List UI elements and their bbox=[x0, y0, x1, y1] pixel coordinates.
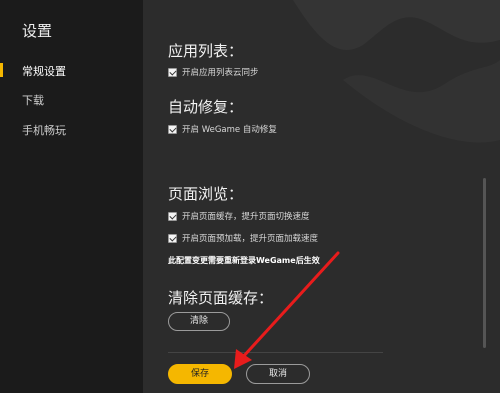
active-indicator bbox=[0, 63, 3, 77]
app-list-sync-label: 开启应用列表云同步 bbox=[182, 68, 259, 78]
sidebar-item-download[interactable]: 下载 bbox=[22, 92, 44, 108]
save-button[interactable]: 保存 bbox=[168, 364, 232, 384]
page-cache-checkbox[interactable] bbox=[168, 211, 177, 221]
page-browse-title: 页面浏览： bbox=[168, 185, 244, 203]
app-list-sync-option[interactable]: 开启应用列表云同步 bbox=[168, 66, 259, 78]
sidebar-item-mobile[interactable]: 手机畅玩 bbox=[22, 122, 66, 138]
page-preload-label: 开启页面预加载，提升页面加载速度 bbox=[182, 234, 319, 244]
auto-repair-checkbox[interactable] bbox=[168, 124, 177, 134]
page-preload-checkbox[interactable] bbox=[168, 233, 177, 243]
clear-cache-button[interactable]: 清除 bbox=[168, 312, 230, 331]
sidebar-item-general[interactable]: 常规设置 bbox=[22, 63, 66, 79]
footer-divider bbox=[168, 352, 383, 353]
page-preload-option[interactable]: 开启页面预加载，提升页面加载速度 bbox=[168, 232, 318, 244]
auto-repair-title: 自动修复： bbox=[168, 98, 244, 116]
sidebar-title: 设置 bbox=[22, 22, 53, 40]
app-list-title: 应用列表： bbox=[168, 42, 244, 60]
app-list-sync-checkbox[interactable] bbox=[168, 67, 177, 77]
cancel-button[interactable]: 取消 bbox=[246, 364, 310, 384]
auto-repair-option[interactable]: 开启 WeGame 自动修复 bbox=[168, 123, 277, 135]
sidebar: 设置 常规设置 下载 手机畅玩 bbox=[0, 0, 143, 393]
page-cache-option[interactable]: 开启页面缓存，提升页面切换速度 bbox=[168, 210, 310, 222]
restart-note: 此配置变更需要重新登录WeGame后生效 bbox=[168, 256, 320, 265]
page-cache-label: 开启页面缓存，提升页面切换速度 bbox=[182, 212, 310, 222]
clear-cache-title: 清除页面缓存： bbox=[168, 289, 274, 307]
settings-panel: 应用列表： 开启应用列表云同步 自动修复： 开启 WeGame 自动修复 页面浏… bbox=[143, 0, 500, 393]
auto-repair-label: 开启 WeGame 自动修复 bbox=[182, 125, 277, 135]
scrollbar[interactable] bbox=[483, 178, 486, 348]
